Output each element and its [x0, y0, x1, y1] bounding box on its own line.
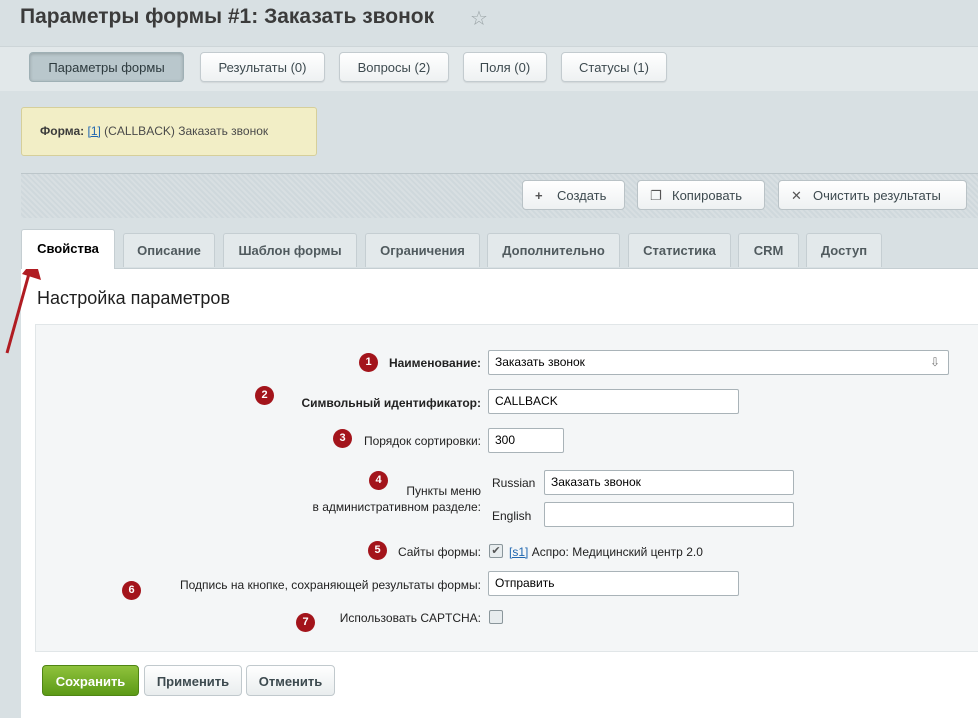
badge-4: 4: [369, 471, 388, 490]
sid-input[interactable]: CALLBACK: [488, 389, 739, 414]
clear-results-button[interactable]: ✕ Очистить результаты: [778, 180, 967, 210]
form-info-text: (CALLBACK) Заказать звонок: [104, 124, 269, 138]
tab-form-params[interactable]: Параметры формы: [29, 52, 184, 82]
star-icon[interactable]: ☆: [470, 6, 488, 31]
apply-button[interactable]: Применить: [144, 665, 242, 696]
sid-label: Символьный идентификатор:: [301, 396, 481, 410]
badge-2: 2: [255, 386, 274, 405]
create-button-label: Создать: [557, 188, 607, 203]
tab-additional[interactable]: Дополнительно: [487, 233, 620, 267]
button-caption-label: Подпись на кнопке, сохраняющей результат…: [180, 578, 481, 592]
copy-icon: ❐: [650, 188, 662, 203]
close-icon: ✕: [791, 188, 802, 203]
captcha-checkbox[interactable]: [489, 610, 503, 624]
tab-form-template[interactable]: Шаблон формы: [223, 233, 357, 267]
tab-fields[interactable]: Поля (0): [463, 52, 547, 82]
badge-3: 3: [333, 429, 352, 448]
menu-russian-input[interactable]: Заказать звонок: [544, 470, 794, 495]
sort-input[interactable]: 300: [488, 428, 564, 453]
save-button[interactable]: Сохранить: [42, 665, 139, 696]
plus-icon: +: [535, 188, 543, 203]
clear-results-label: Очистить результаты: [813, 188, 941, 203]
tab-statistics[interactable]: Статистика: [628, 233, 731, 267]
page-title: Параметры формы #1: Заказать звонок: [20, 5, 435, 28]
tab-access[interactable]: Доступ: [806, 233, 882, 267]
name-input-value: Заказать звонок: [495, 355, 585, 369]
menu-label-line2: в административном разделе:: [312, 500, 481, 514]
sort-label: Порядок сортировки:: [363, 434, 481, 448]
copy-button[interactable]: ❐ Копировать: [637, 180, 765, 210]
form-info-box: Форма: [1] (CALLBACK) Заказать звонок: [21, 107, 317, 156]
menu-label-line1: Пункты меню: [406, 484, 481, 498]
captcha-label: Использовать CAPTCHA:: [339, 611, 481, 625]
tab-restrictions[interactable]: Ограничения: [365, 233, 480, 267]
create-button[interactable]: + Создать: [522, 180, 625, 210]
lang-english: English: [492, 509, 532, 523]
form-info-link[interactable]: [1]: [87, 124, 100, 138]
name-input[interactable]: Заказать звонок ⇩: [488, 350, 949, 375]
tab-questions[interactable]: Вопросы (2): [339, 52, 449, 82]
panel-title: Настройка параметров: [37, 288, 231, 308]
cancel-button[interactable]: Отменить: [246, 665, 335, 696]
site-s1-checkbox[interactable]: ✔: [489, 544, 503, 558]
tab-results[interactable]: Результаты (0): [200, 52, 325, 82]
menu-english-input[interactable]: [544, 502, 794, 527]
tab-crm[interactable]: CRM: [738, 233, 799, 267]
site-s1-link[interactable]: [s1]: [509, 545, 528, 559]
annotation-arrow-icon: [5, 258, 41, 354]
badge-1: 1: [359, 353, 378, 372]
tab-properties[interactable]: Свойства: [21, 229, 115, 269]
button-caption-input[interactable]: Отправить: [488, 571, 739, 596]
badge-5: 5: [368, 541, 387, 560]
sites-label: Сайты формы:: [397, 545, 481, 559]
translate-icon[interactable]: ⇩: [930, 351, 940, 374]
lang-russian: Russian: [492, 476, 536, 490]
tab-description[interactable]: Описание: [123, 233, 215, 267]
badge-7: 7: [296, 613, 315, 632]
badge-6: 6: [122, 581, 141, 600]
site-s1: [s1] Аспро: Медицинский центр 2.0: [509, 545, 703, 559]
site-s1-name: Аспро: Медицинский центр 2.0: [531, 545, 703, 559]
form-info-label: Форма:: [40, 124, 85, 138]
copy-button-label: Копировать: [672, 188, 742, 203]
tab-statuses[interactable]: Статусы (1): [561, 52, 667, 82]
name-label: Наименование:: [388, 356, 481, 370]
